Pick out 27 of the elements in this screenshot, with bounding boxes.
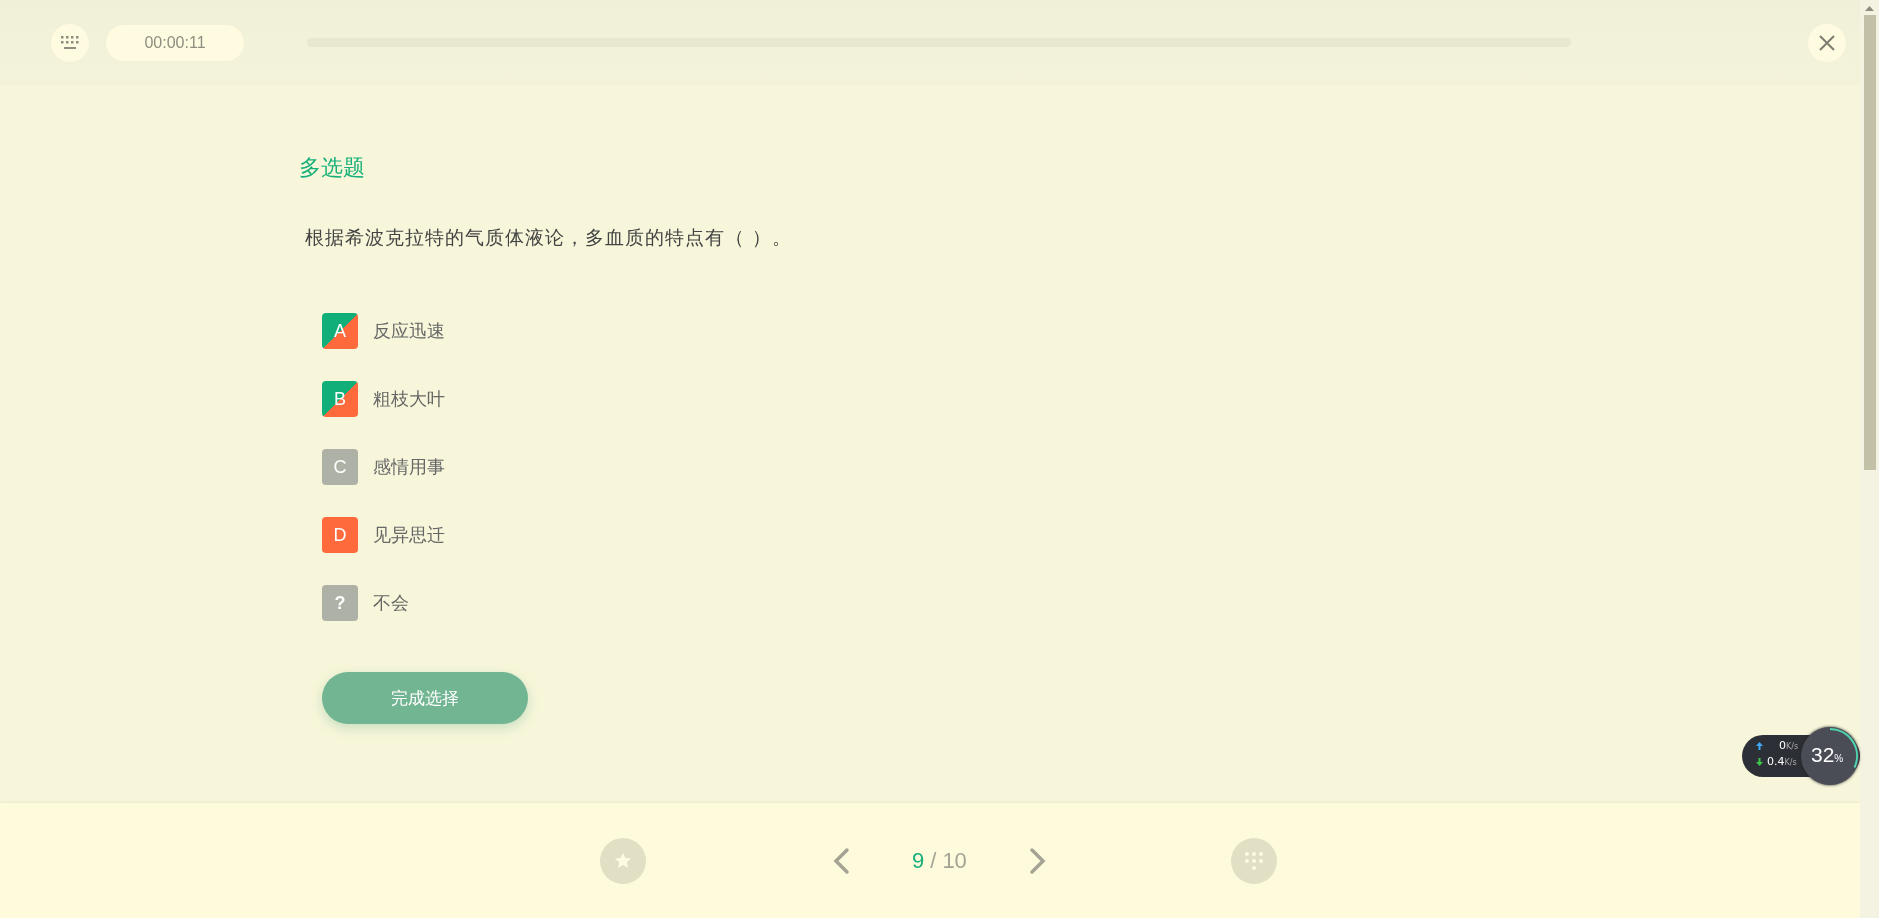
question-text: 根据希波克拉特的气质体液论，多血质的特点有（ ）。 — [305, 225, 793, 250]
question-type: 多选题 — [299, 154, 365, 182]
download-rate: 0.4K/s — [1767, 755, 1797, 768]
usage-percent: 32% — [1811, 743, 1844, 767]
option-letter: D — [322, 517, 358, 553]
answer-option[interactable]: ? 不会 — [322, 585, 445, 621]
total-pages: 10 — [942, 847, 967, 874]
unknown-mark: ? — [322, 585, 358, 621]
favorite-button[interactable] — [600, 837, 646, 884]
dots-grid-icon — [1243, 850, 1264, 871]
option-letter: C — [322, 449, 358, 485]
keyboard-icon — [61, 35, 79, 50]
previous-button[interactable] — [832, 846, 850, 875]
page-separator: / — [930, 847, 937, 874]
answer-option[interactable]: D 见异思迁 — [322, 517, 445, 553]
current-page: 9 — [912, 847, 925, 874]
upload-arrow-icon — [1756, 741, 1763, 750]
scrollbar-thumb[interactable] — [1863, 15, 1876, 470]
next-button[interactable] — [1028, 846, 1047, 875]
scroll-up-icon[interactable] — [1865, 6, 1874, 11]
answer-option[interactable]: C 感情用事 — [322, 449, 445, 485]
close-icon — [1819, 34, 1835, 51]
timer: 00:00:11 — [106, 24, 244, 61]
keyboard-button[interactable] — [51, 23, 89, 62]
download-arrow-icon — [1756, 757, 1763, 766]
upload-rate: 0K/s — [1779, 739, 1799, 752]
close-button[interactable] — [1808, 23, 1846, 62]
